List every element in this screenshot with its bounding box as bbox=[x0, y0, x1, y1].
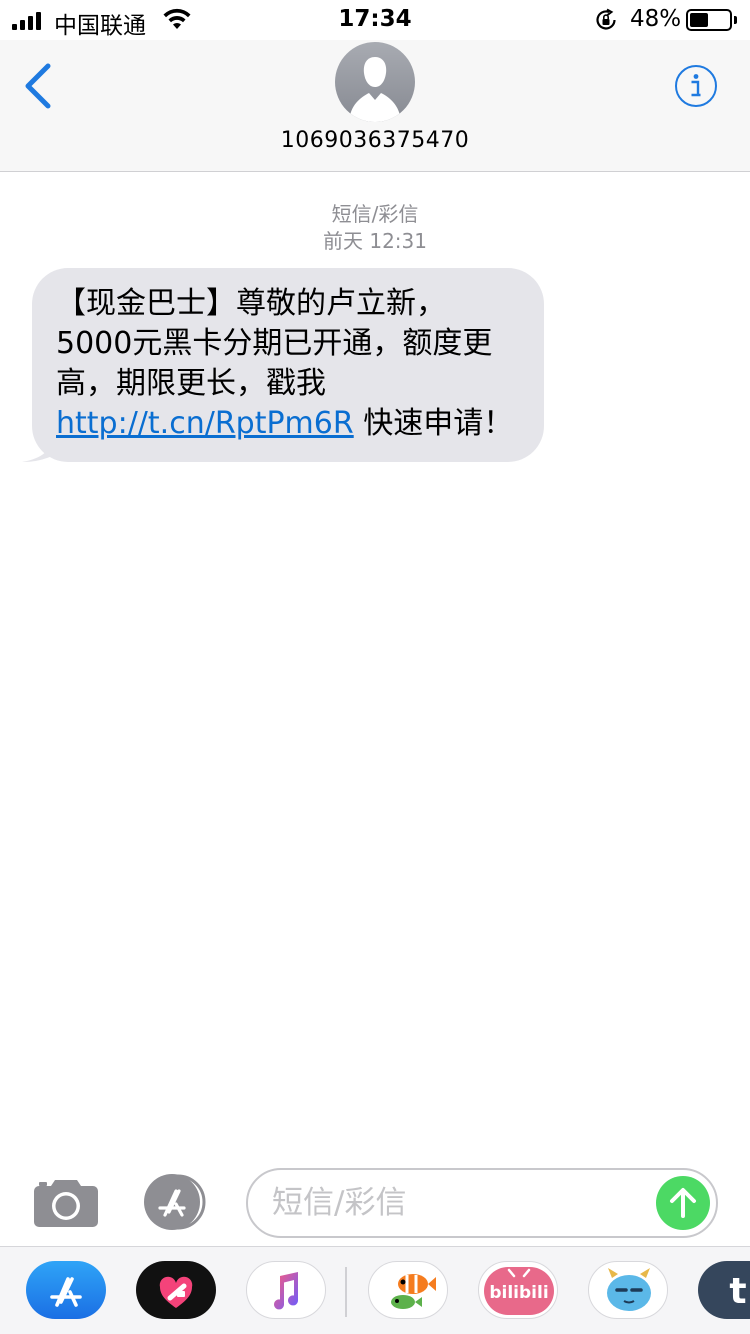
digital-touch-icon bbox=[159, 1276, 193, 1308]
send-button[interactable] bbox=[656, 1176, 710, 1230]
svg-text:bilibili: bilibili bbox=[489, 1283, 548, 1303]
message-text: 【现金巴士】尊敬的卢立新，5000元黑卡分期已开通，额度更高，期限更长，戳我 bbox=[56, 286, 493, 401]
compose-bar bbox=[0, 1160, 750, 1246]
message-link[interactable]: http://t.cn/RptPm6R bbox=[56, 406, 354, 441]
app-store-drawer-button[interactable] bbox=[26, 1261, 106, 1319]
tumblr-drawer-button[interactable]: t bbox=[698, 1261, 750, 1319]
music-icon bbox=[274, 1272, 299, 1310]
app-store-button[interactable] bbox=[140, 1174, 212, 1230]
bilibili-icon: bilibili bbox=[484, 1267, 554, 1315]
bilibili-drawer-button[interactable]: bilibili bbox=[478, 1261, 558, 1319]
battery-percent: 48% bbox=[630, 6, 682, 32]
message-bubble-container: 【现金巴士】尊敬的卢立新，5000元黑卡分期已开通，额度更高，期限更长，戳我 h… bbox=[20, 268, 544, 462]
message-timestamp: 前天 12:31 bbox=[323, 229, 427, 253]
arrow-up-icon bbox=[670, 1188, 696, 1218]
battery-icon bbox=[686, 9, 732, 31]
status-bar: 中国联通 17:34 48% bbox=[0, 0, 750, 40]
info-button[interactable] bbox=[674, 64, 718, 108]
battery-fill bbox=[690, 13, 708, 27]
chevron-left-icon bbox=[25, 63, 51, 109]
person-silhouette-icon bbox=[349, 57, 401, 122]
drawer-divider bbox=[345, 1267, 347, 1317]
clownfish-sticker-icon bbox=[391, 1274, 436, 1309]
digital-touch-drawer-button[interactable] bbox=[136, 1261, 216, 1319]
back-button[interactable] bbox=[20, 62, 60, 112]
message-field[interactable] bbox=[246, 1168, 718, 1238]
blue-monster-sticker-icon bbox=[607, 1268, 651, 1311]
message-text-end: 快速申请！ bbox=[353, 406, 514, 441]
camera-button[interactable] bbox=[33, 1176, 99, 1228]
info-icon bbox=[675, 65, 717, 107]
message-input[interactable] bbox=[272, 1170, 642, 1236]
battery-tip bbox=[734, 16, 737, 24]
clownfish-sticker-drawer-button[interactable] bbox=[368, 1261, 448, 1319]
message-type-label: 短信/彩信 bbox=[331, 202, 419, 226]
blue-monster-sticker-drawer-button[interactable] bbox=[588, 1261, 668, 1319]
svg-text:t: t bbox=[729, 1271, 746, 1312]
music-drawer-button[interactable] bbox=[246, 1261, 326, 1319]
tumblr-icon: t bbox=[729, 1271, 746, 1312]
rotation-lock-icon bbox=[596, 8, 616, 30]
app-store-icon bbox=[50, 1277, 82, 1307]
app-store-icon bbox=[144, 1174, 206, 1230]
navigation-bar: 1069036375470 bbox=[0, 40, 750, 172]
incoming-message-bubble[interactable]: 【现金巴士】尊敬的卢立新，5000元黑卡分期已开通，额度更高，期限更长，戳我 h… bbox=[32, 268, 544, 462]
contact-name[interactable]: 1069036375470 bbox=[0, 128, 750, 153]
imessage-app-drawer: bilibili t bbox=[0, 1246, 750, 1334]
contact-avatar[interactable] bbox=[335, 42, 415, 122]
camera-icon bbox=[34, 1180, 98, 1227]
